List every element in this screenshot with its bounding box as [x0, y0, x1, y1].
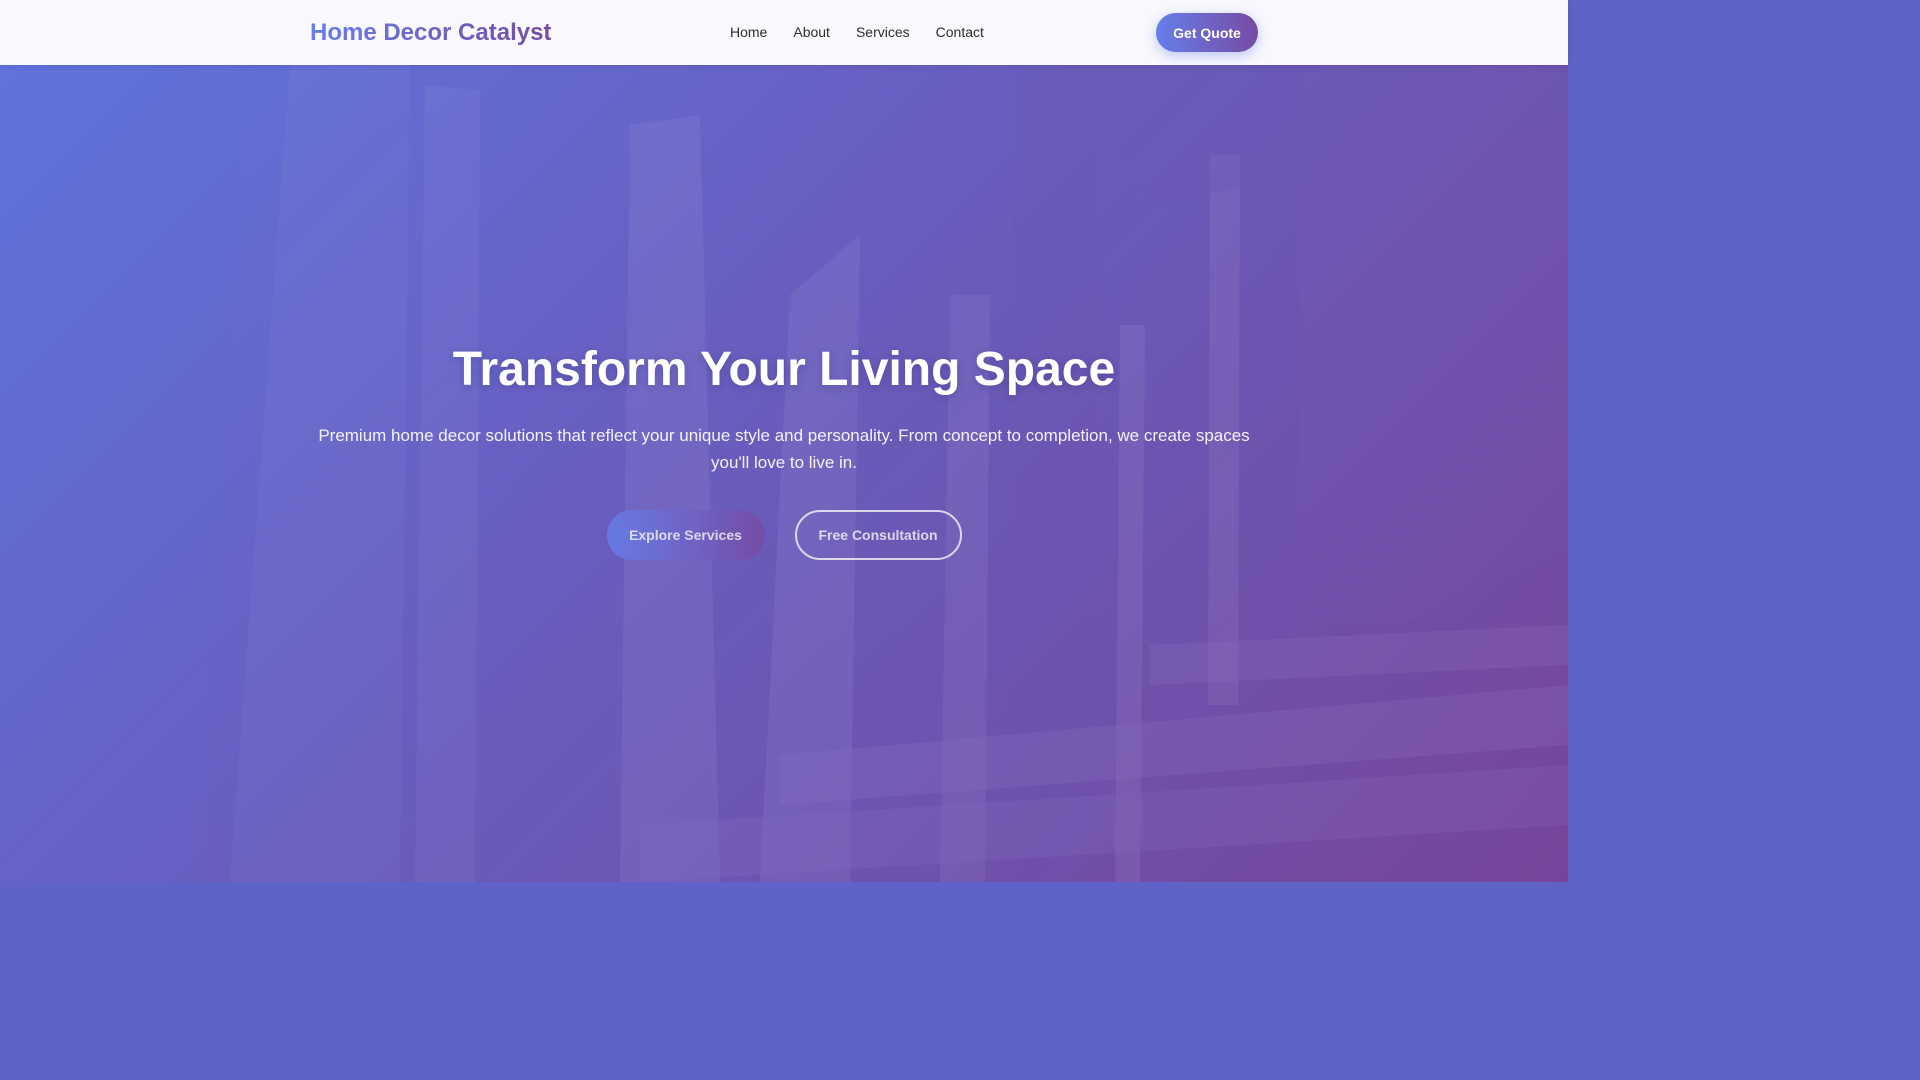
- nav-item-services: Services: [856, 22, 910, 42]
- nav-link-contact[interactable]: Contact: [936, 24, 984, 40]
- hero-subtitle: Premium home decor solutions that reflec…: [318, 426, 1250, 472]
- site-header: Home Decor Catalyst Home About Services …: [0, 0, 1568, 65]
- nav-item-about: About: [793, 22, 830, 42]
- hero-content: Transform Your Living Space Premium home…: [304, 340, 1264, 560]
- nav-item-contact: Contact: [936, 22, 984, 42]
- main-nav: Home About Services Contact: [730, 22, 984, 42]
- nav-link-about[interactable]: About: [793, 24, 830, 40]
- nav-link-services[interactable]: Services: [856, 24, 910, 40]
- hero-buttons: Explore Services Free Consultation: [304, 510, 1264, 560]
- hero-title: Transform Your Living Space: [452, 343, 1116, 396]
- site-logo[interactable]: Home Decor Catalyst: [310, 18, 551, 48]
- nav-link-home[interactable]: Home: [730, 24, 767, 40]
- explore-services-button[interactable]: Explore Services: [606, 510, 765, 560]
- free-consultation-button[interactable]: Free Consultation: [794, 510, 962, 560]
- get-quote-button[interactable]: Get Quote: [1156, 13, 1258, 52]
- hero-section: Transform Your Living Space Premium home…: [0, 65, 1568, 882]
- nav-item-home: Home: [730, 22, 767, 42]
